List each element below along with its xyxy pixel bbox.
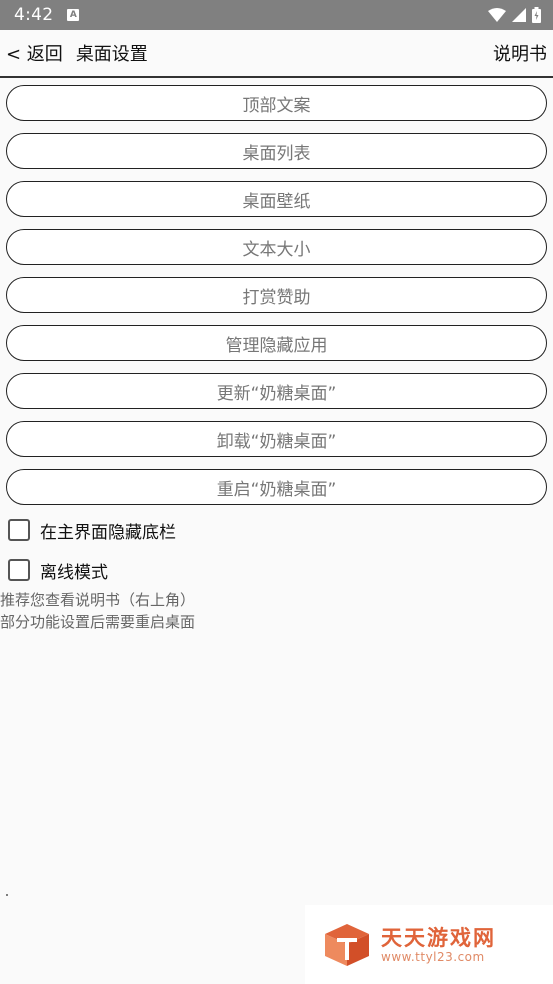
status-icons — [488, 7, 541, 23]
settings-menu: 顶部文案 桌面列表 桌面壁纸 文本大小 打赏赞助 管理隐藏应用 更新“奶糖桌面”… — [6, 85, 547, 517]
update-launcher-button[interactable]: 更新“奶糖桌面” — [6, 373, 547, 409]
help-button[interactable]: 说明书 — [493, 40, 547, 66]
status-bar: 4:42 A — [0, 0, 553, 30]
app-bar: < 返回 桌面设置 说明书 — [0, 30, 553, 78]
status-time: 4:42 — [14, 5, 54, 25]
wifi-icon — [488, 8, 506, 22]
text-size-button[interactable]: 文本大小 — [6, 229, 547, 265]
desktop-list-button[interactable]: 桌面列表 — [6, 133, 547, 169]
note-line: 部分功能设置后需要重启桌面 — [0, 613, 196, 631]
uninstall-launcher-button[interactable]: 卸载“奶糖桌面” — [6, 421, 547, 457]
hide-dock-checkbox[interactable] — [8, 519, 30, 541]
notes: 推荐您查看说明书（右上角） 部分功能设置后需要重启桌面 — [0, 589, 195, 633]
offline-mode-checkbox[interactable] — [8, 559, 30, 581]
offline-mode-option[interactable]: 离线模式 — [8, 556, 176, 584]
signal-icon — [512, 8, 526, 22]
restart-launcher-button[interactable]: 重启“奶糖桌面” — [6, 469, 547, 505]
hide-dock-option[interactable]: 在主界面隐藏底栏 — [8, 516, 176, 544]
note-line: 推荐您查看说明书（右上角） — [0, 591, 196, 609]
manage-hidden-apps-button[interactable]: 管理隐藏应用 — [6, 325, 547, 361]
watermark: 天天游戏网 www.ttyl23.com — [305, 905, 553, 984]
wallpaper-button[interactable]: 桌面壁纸 — [6, 181, 547, 217]
watermark-url: www.ttyl23.com — [381, 949, 485, 964]
notification-icon: A — [67, 9, 80, 21]
top-text-button[interactable]: 顶部文案 — [6, 85, 547, 121]
donate-button[interactable]: 打赏赞助 — [6, 277, 547, 313]
hide-dock-label: 在主界面隐藏底栏 — [40, 522, 176, 543]
page-title: 桌面设置 — [75, 44, 148, 65]
battery-icon — [532, 7, 541, 23]
divider-dot — [6, 894, 8, 896]
watermark-text: 天天游戏网 — [381, 925, 496, 950]
back-button[interactable]: < 返回 — [6, 40, 63, 66]
watermark-logo-icon — [325, 923, 369, 966]
offline-mode-label: 离线模式 — [40, 562, 108, 583]
options-list: 在主界面隐藏底栏 离线模式 — [8, 516, 176, 596]
